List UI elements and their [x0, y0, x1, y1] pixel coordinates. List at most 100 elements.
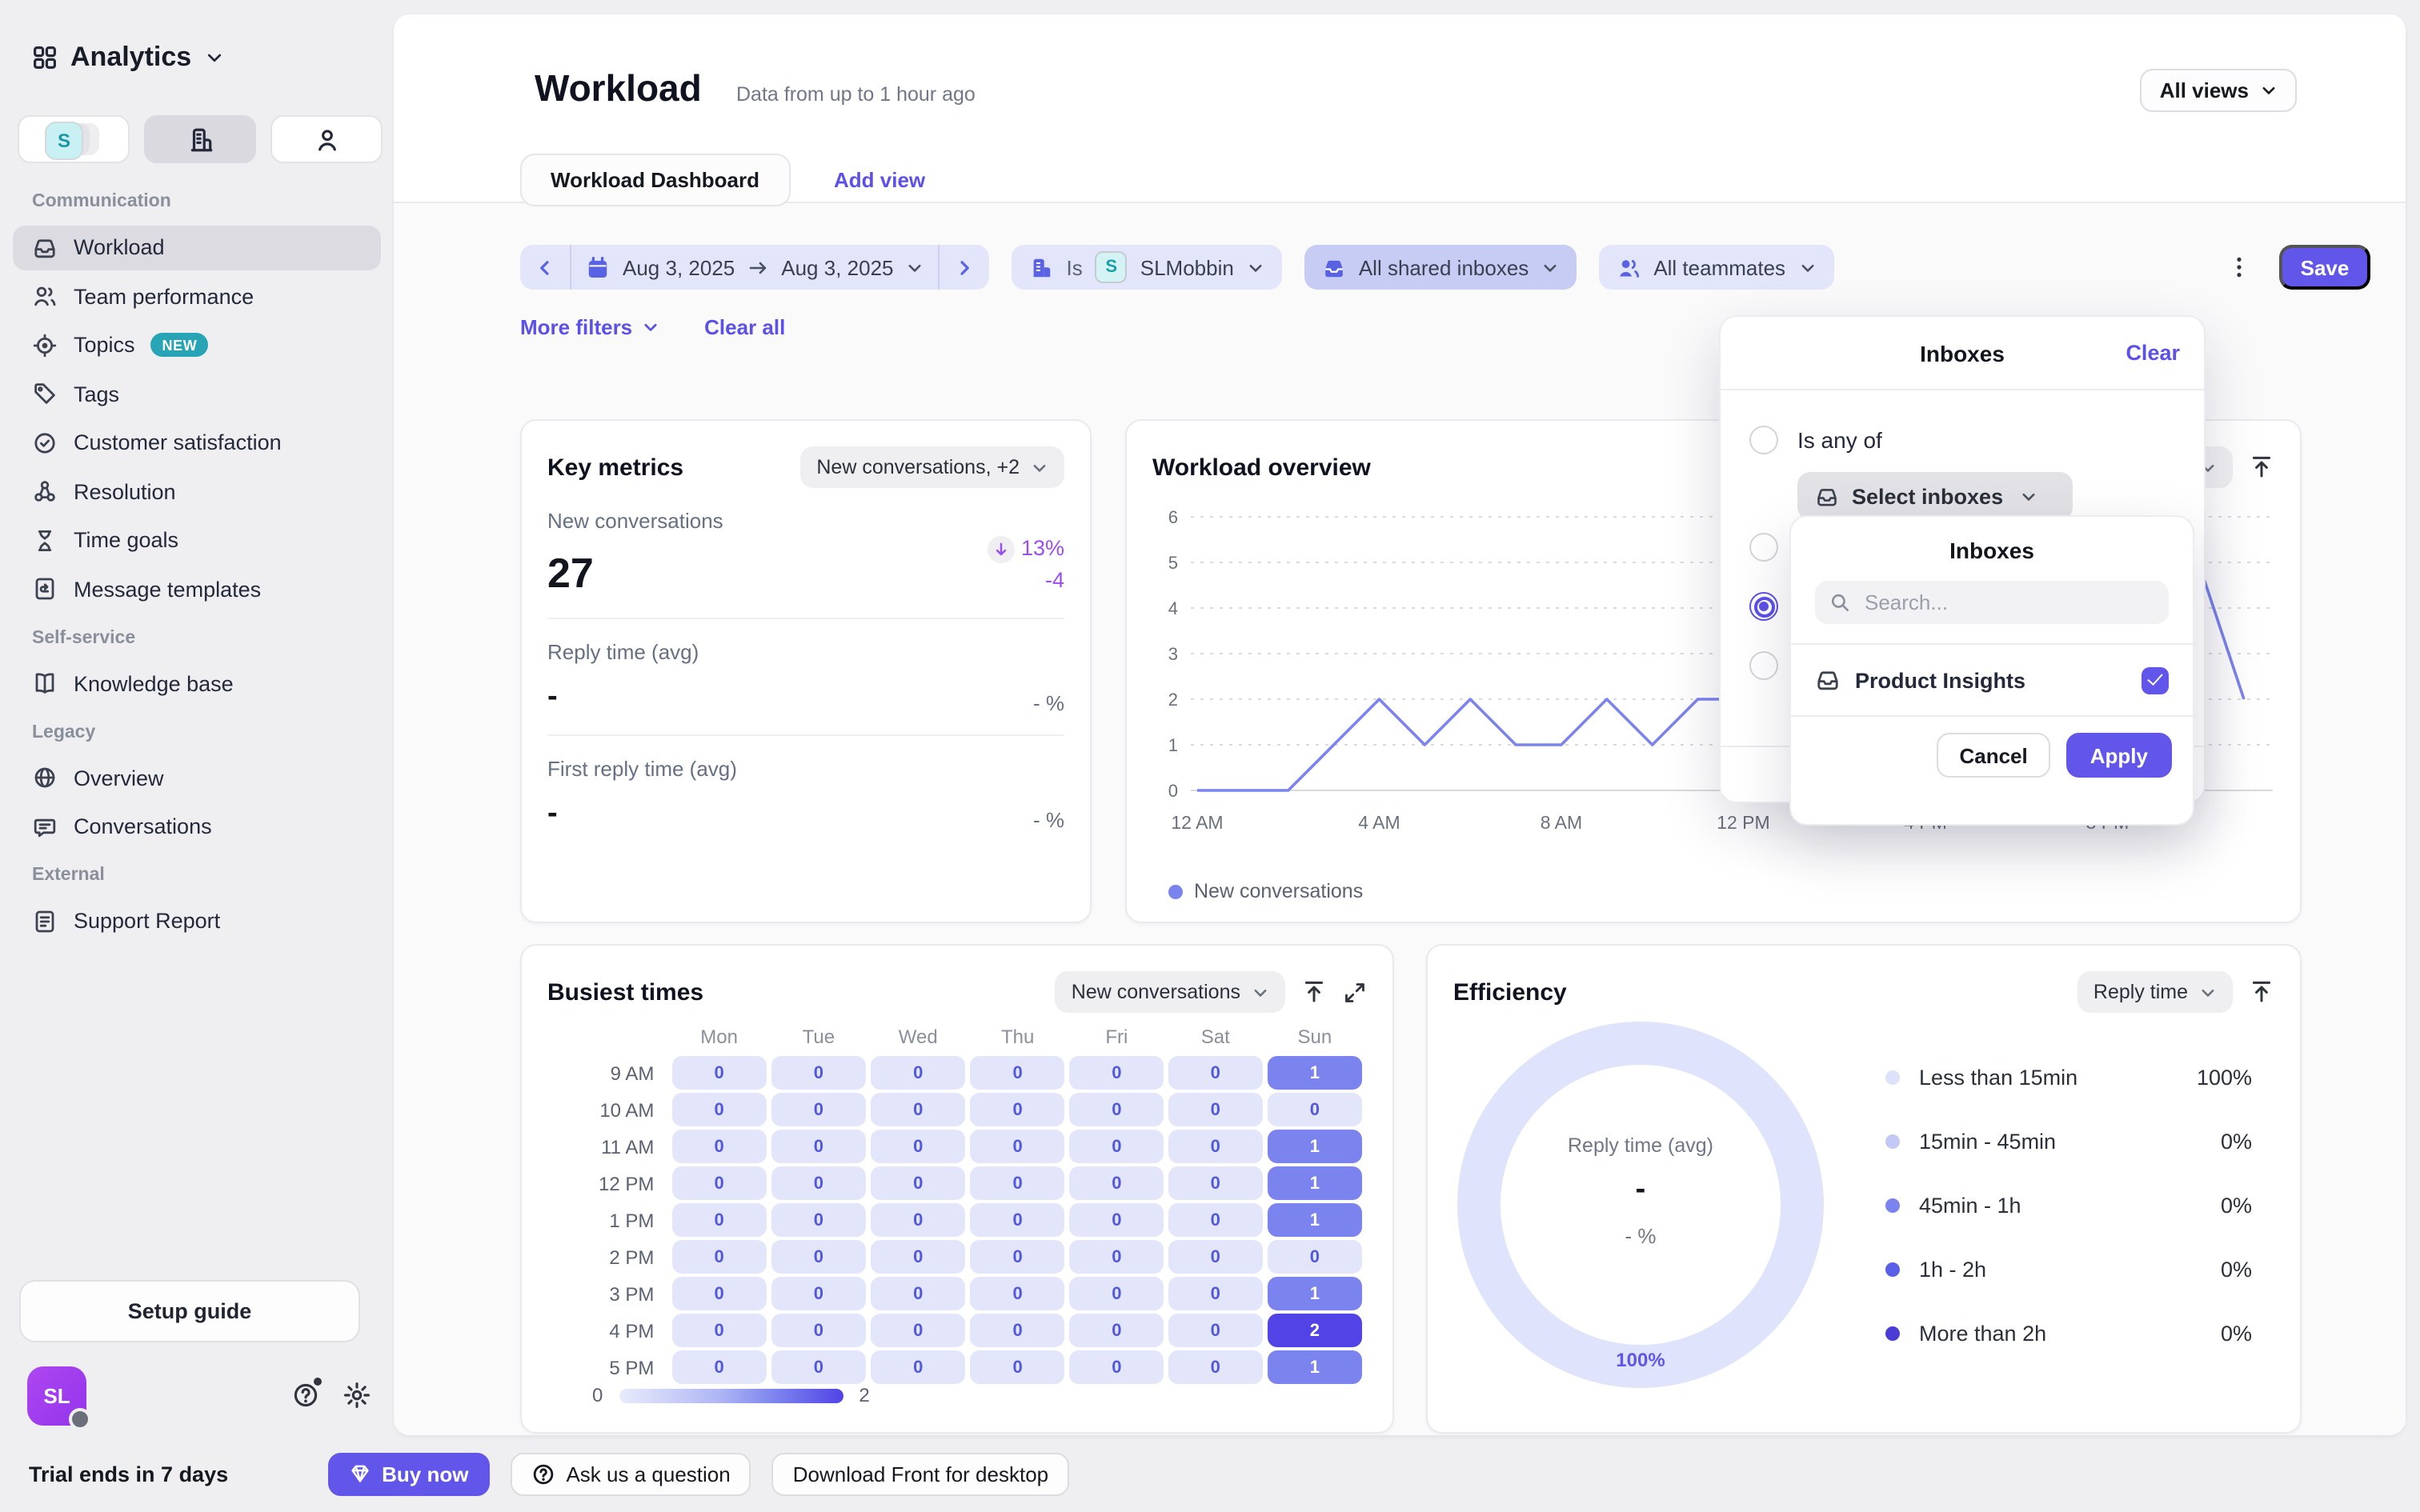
heatmap-cell[interactable]: 0 [1268, 1240, 1362, 1274]
heatmap-cell[interactable]: 0 [971, 1130, 1065, 1163]
heatmap-cell[interactable]: 0 [1070, 1314, 1164, 1347]
tab-workload-dashboard[interactable]: Workload Dashboard [520, 154, 790, 206]
sidebar-item-tags[interactable]: Tags [13, 371, 381, 416]
heatmap-cell[interactable]: 0 [1268, 1093, 1362, 1126]
prev-day-button[interactable] [520, 245, 570, 290]
sidebar-item-customer-satisfaction[interactable]: Customer satisfaction [13, 420, 381, 465]
expand-icon[interactable] [1343, 980, 1367, 1004]
sidebar-item-topics[interactable]: TopicsNEW [13, 322, 381, 367]
heatmap-cell[interactable]: 0 [771, 1093, 866, 1126]
heatmap-cell[interactable]: 1 [1268, 1277, 1362, 1310]
cancel-button[interactable]: Cancel [1937, 733, 2049, 778]
heatmap-cell[interactable]: 1 [1268, 1056, 1362, 1090]
avatar[interactable]: SL [27, 1366, 86, 1425]
export-icon[interactable] [1301, 979, 1327, 1005]
heatmap-cell[interactable]: 0 [871, 1056, 966, 1090]
key-metrics-selector[interactable]: New conversations, +2 [800, 446, 1064, 488]
save-button[interactable]: Save [2279, 245, 2370, 290]
radio-icon[interactable] [1749, 651, 1778, 680]
buy-now-button[interactable]: Buy now [327, 1452, 489, 1495]
efficiency-metric-selector[interactable]: Reply time [2077, 971, 2233, 1013]
apply-button[interactable]: Apply [2066, 733, 2172, 778]
heatmap-cell[interactable]: 0 [1070, 1203, 1164, 1237]
popover-clear-link[interactable]: Clear [2126, 341, 2180, 365]
heatmap-cell[interactable]: 0 [1070, 1277, 1164, 1310]
scope-workspace-button[interactable]: S [18, 115, 130, 163]
sidebar-item-workload[interactable]: Workload [13, 225, 381, 270]
teammates-filter[interactable]: All teammates [1599, 245, 1833, 290]
heatmap-cell[interactable]: 0 [971, 1166, 1065, 1200]
heatmap-cell[interactable]: 0 [1070, 1093, 1164, 1126]
heatmap-cell[interactable]: 0 [1168, 1130, 1263, 1163]
heatmap-cell[interactable]: 0 [1168, 1166, 1263, 1200]
gear-icon[interactable] [343, 1381, 371, 1410]
heatmap-cell[interactable]: 0 [971, 1350, 1065, 1384]
heatmap-cell[interactable]: 0 [871, 1166, 966, 1200]
inbox-option-product-insights[interactable]: Product Insights [1791, 645, 2193, 715]
heatmap-cell[interactable]: 0 [1070, 1056, 1164, 1090]
radio-icon[interactable] [1749, 592, 1778, 621]
sidebar-item-overview[interactable]: Overview [13, 755, 381, 800]
add-view-link[interactable]: Add view [834, 168, 925, 192]
busiest-metric-selector[interactable]: New conversations [1056, 971, 1285, 1013]
export-icon[interactable] [2249, 979, 2274, 1005]
heatmap-cell[interactable]: 0 [671, 1277, 767, 1310]
heatmap-cell[interactable]: 2 [1268, 1314, 1362, 1347]
inboxes-filter[interactable]: All shared inboxes [1304, 245, 1577, 290]
heatmap-cell[interactable]: 0 [1168, 1093, 1263, 1126]
heatmap-cell[interactable]: 0 [771, 1130, 866, 1163]
heatmap-cell[interactable]: 0 [1070, 1350, 1164, 1384]
heatmap-cell[interactable]: 0 [771, 1240, 866, 1274]
clear-all-link[interactable]: Clear all [704, 315, 785, 339]
heatmap-cell[interactable]: 0 [671, 1130, 767, 1163]
workspace-filter[interactable]: Is S SLMobbin [1012, 245, 1282, 290]
heatmap-cell[interactable]: 0 [871, 1093, 966, 1126]
heatmap-cell[interactable]: 0 [971, 1240, 1065, 1274]
heatmap-cell[interactable]: 0 [1070, 1130, 1164, 1163]
heatmap-cell[interactable]: 0 [871, 1240, 966, 1274]
heatmap-cell[interactable]: 0 [871, 1277, 966, 1310]
sidebar-item-resolution[interactable]: Resolution [13, 469, 381, 514]
heatmap-cell[interactable]: 0 [671, 1166, 767, 1200]
heatmap-cell[interactable]: 0 [971, 1314, 1065, 1347]
heatmap-cell[interactable]: 0 [971, 1203, 1065, 1237]
search-input[interactable] [1861, 589, 2154, 616]
sidebar-item-message-templates[interactable]: Message templates [13, 566, 381, 611]
heatmap-cell[interactable]: 0 [771, 1314, 866, 1347]
scope-company-button[interactable] [144, 115, 256, 163]
checkbox-checked-icon[interactable] [2142, 666, 2169, 694]
heatmap-cell[interactable]: 0 [871, 1130, 966, 1163]
heatmap-cell[interactable]: 0 [1168, 1056, 1263, 1090]
setup-guide-button[interactable]: Setup guide [19, 1280, 360, 1342]
heatmap-cell[interactable]: 0 [671, 1350, 767, 1384]
select-inboxes-button[interactable]: Select inboxes [1797, 472, 2073, 520]
radio-option-is-any-of[interactable]: Is any of [1749, 426, 2204, 454]
sidebar-item-conversations[interactable]: Conversations [13, 804, 381, 849]
sidebar-item-time-goals[interactable]: Time goals [13, 518, 381, 562]
heatmap-cell[interactable]: 0 [1070, 1240, 1164, 1274]
next-day-button[interactable] [940, 245, 990, 290]
heatmap-cell[interactable]: 0 [971, 1093, 1065, 1126]
sidebar-item-team-performance[interactable]: Team performance [13, 274, 381, 318]
heatmap-cell[interactable]: 0 [771, 1350, 866, 1384]
ask-question-button[interactable]: Ask us a question [510, 1452, 751, 1495]
heatmap-cell[interactable]: 0 [671, 1093, 767, 1126]
heatmap-cell[interactable]: 1 [1268, 1203, 1362, 1237]
workspace-switcher[interactable]: Analytics [32, 42, 223, 74]
heatmap-cell[interactable]: 1 [1268, 1166, 1362, 1200]
heatmap-cell[interactable]: 0 [671, 1240, 767, 1274]
sidebar-item-support-report[interactable]: Support Report [13, 898, 381, 943]
sidebar-item-knowledge-base[interactable]: Knowledge base [13, 661, 381, 706]
heatmap-cell[interactable]: 0 [871, 1350, 966, 1384]
help-icon[interactable] [291, 1381, 320, 1410]
more-filters-link[interactable]: More filters [520, 315, 659, 339]
heatmap-cell[interactable]: 0 [671, 1203, 767, 1237]
heatmap-cell[interactable]: 0 [771, 1056, 866, 1090]
heatmap-cell[interactable]: 0 [771, 1166, 866, 1200]
more-options-icon[interactable] [2226, 254, 2252, 280]
heatmap-cell[interactable]: 0 [1168, 1314, 1263, 1347]
heatmap-cell[interactable]: 0 [671, 1314, 767, 1347]
heatmap-cell[interactable]: 0 [771, 1203, 866, 1237]
heatmap-cell[interactable]: 0 [1070, 1166, 1164, 1200]
heatmap-cell[interactable]: 0 [871, 1314, 966, 1347]
